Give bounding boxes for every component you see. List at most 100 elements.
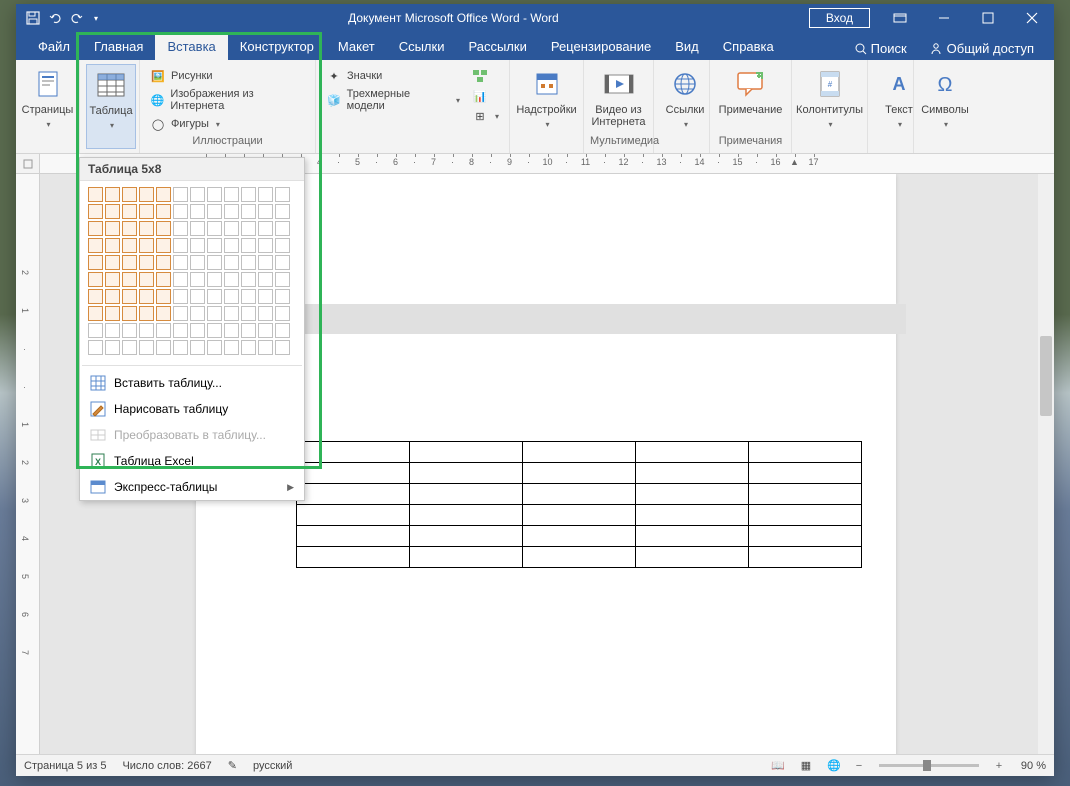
grid-cell[interactable] xyxy=(139,255,154,270)
grid-cell[interactable] xyxy=(207,289,222,304)
ribbon-display-icon[interactable] xyxy=(878,4,922,32)
grid-cell[interactable] xyxy=(88,238,103,253)
grid-cell[interactable] xyxy=(207,306,222,321)
ruler-corner[interactable] xyxy=(16,154,40,174)
symbols-button[interactable]: Ω Символы ▾ xyxy=(920,64,970,149)
grid-cell[interactable] xyxy=(207,238,222,253)
grid-cell[interactable] xyxy=(207,187,222,202)
grid-cell[interactable] xyxy=(241,255,256,270)
grid-cell[interactable] xyxy=(122,272,137,287)
grid-cell[interactable] xyxy=(173,306,188,321)
tab-mailings[interactable]: Рассылки xyxy=(456,34,538,60)
zoom-slider[interactable] xyxy=(879,764,979,767)
grid-cell[interactable] xyxy=(88,340,103,355)
comment-button[interactable]: Примечание xyxy=(716,64,785,135)
minimize-icon[interactable] xyxy=(922,4,966,32)
grid-cell[interactable] xyxy=(275,272,290,287)
grid-cell[interactable] xyxy=(224,340,239,355)
grid-cell[interactable] xyxy=(88,255,103,270)
status-proofing-icon[interactable]: ✎ xyxy=(228,759,237,772)
grid-cell[interactable] xyxy=(207,340,222,355)
grid-cell[interactable] xyxy=(224,323,239,338)
grid-cell[interactable] xyxy=(258,340,273,355)
table-button[interactable]: Таблица ▾ xyxy=(86,64,136,149)
grid-cell[interactable] xyxy=(241,187,256,202)
grid-cell[interactable] xyxy=(122,204,137,219)
grid-cell[interactable] xyxy=(122,221,137,236)
grid-cell[interactable] xyxy=(190,238,205,253)
grid-cell[interactable] xyxy=(258,238,273,253)
zoom-slider-thumb[interactable] xyxy=(923,760,931,771)
tab-references[interactable]: Ссылки xyxy=(387,34,457,60)
view-print-icon[interactable]: ▦ xyxy=(795,757,817,775)
tab-layout[interactable]: Макет xyxy=(326,34,387,60)
grid-cell[interactable] xyxy=(156,255,171,270)
3dmodels-button[interactable]: 🧊Трехмерные модели▾ xyxy=(322,86,464,114)
maximize-icon[interactable] xyxy=(966,4,1010,32)
inserted-table[interactable] xyxy=(296,441,862,568)
addins-button[interactable]: Надстройки ▾ xyxy=(516,64,577,149)
shapes-button[interactable]: ◯Фигуры▾ xyxy=(146,114,309,134)
grid-cell[interactable] xyxy=(224,272,239,287)
grid-cell[interactable] xyxy=(275,255,290,270)
grid-cell[interactable] xyxy=(156,289,171,304)
grid-cell[interactable] xyxy=(88,204,103,219)
grid-cell[interactable] xyxy=(139,187,154,202)
tab-home[interactable]: Главная xyxy=(82,34,155,60)
tab-review[interactable]: Рецензирование xyxy=(539,34,663,60)
grid-cell[interactable] xyxy=(139,306,154,321)
menu-quick-tables[interactable]: Экспресс-таблицы ▶ xyxy=(80,474,304,500)
tab-view[interactable]: Вид xyxy=(663,34,711,60)
icons-button[interactable]: ✦Значки xyxy=(322,66,464,86)
grid-cell[interactable] xyxy=(122,238,137,253)
headers-button[interactable]: # Колонтитулы ▾ xyxy=(798,64,861,149)
scrollbar-thumb[interactable] xyxy=(1040,336,1052,416)
grid-cell[interactable] xyxy=(122,255,137,270)
grid-cell[interactable] xyxy=(258,255,273,270)
view-read-icon[interactable]: 📖 xyxy=(767,757,789,775)
grid-cell[interactable] xyxy=(207,204,222,219)
chart-button[interactable]: 📊 xyxy=(468,86,503,106)
close-icon[interactable] xyxy=(1010,4,1054,32)
grid-cell[interactable] xyxy=(275,340,290,355)
grid-cell[interactable] xyxy=(241,238,256,253)
tab-help[interactable]: Справка xyxy=(711,34,786,60)
grid-cell[interactable] xyxy=(139,221,154,236)
view-web-icon[interactable]: 🌐 xyxy=(823,757,845,775)
grid-cell[interactable] xyxy=(190,323,205,338)
screenshot-button[interactable]: ⊞▾ xyxy=(468,106,503,126)
grid-cell[interactable] xyxy=(224,221,239,236)
grid-cell[interactable] xyxy=(190,272,205,287)
grid-cell[interactable] xyxy=(241,323,256,338)
grid-cell[interactable] xyxy=(190,187,205,202)
grid-cell[interactable] xyxy=(139,289,154,304)
grid-cell[interactable] xyxy=(275,323,290,338)
grid-cell[interactable] xyxy=(190,306,205,321)
grid-cell[interactable] xyxy=(139,238,154,253)
tab-design[interactable]: Конструктор xyxy=(228,34,326,60)
grid-cell[interactable] xyxy=(88,272,103,287)
grid-cell[interactable] xyxy=(224,187,239,202)
grid-cell[interactable] xyxy=(139,340,154,355)
grid-cell[interactable] xyxy=(105,272,120,287)
vertical-scrollbar[interactable] xyxy=(1038,174,1054,754)
pages-button[interactable]: Страницы ▾ xyxy=(22,64,73,149)
menu-excel-table[interactable]: X Таблица Excel xyxy=(80,448,304,474)
grid-cell[interactable] xyxy=(224,204,239,219)
grid-cell[interactable] xyxy=(105,221,120,236)
grid-cell[interactable] xyxy=(258,221,273,236)
grid-cell[interactable] xyxy=(241,306,256,321)
redo-icon[interactable] xyxy=(70,11,84,25)
online-video-button[interactable]: Видео из Интернета xyxy=(590,64,647,135)
grid-cell[interactable] xyxy=(173,221,188,236)
grid-cell[interactable] xyxy=(258,187,273,202)
grid-cell[interactable] xyxy=(275,204,290,219)
grid-cell[interactable] xyxy=(275,221,290,236)
grid-cell[interactable] xyxy=(190,204,205,219)
grid-cell[interactable] xyxy=(88,289,103,304)
grid-cell[interactable] xyxy=(241,289,256,304)
grid-cell[interactable] xyxy=(224,238,239,253)
grid-cell[interactable] xyxy=(258,306,273,321)
grid-cell[interactable] xyxy=(156,340,171,355)
grid-cell[interactable] xyxy=(207,272,222,287)
